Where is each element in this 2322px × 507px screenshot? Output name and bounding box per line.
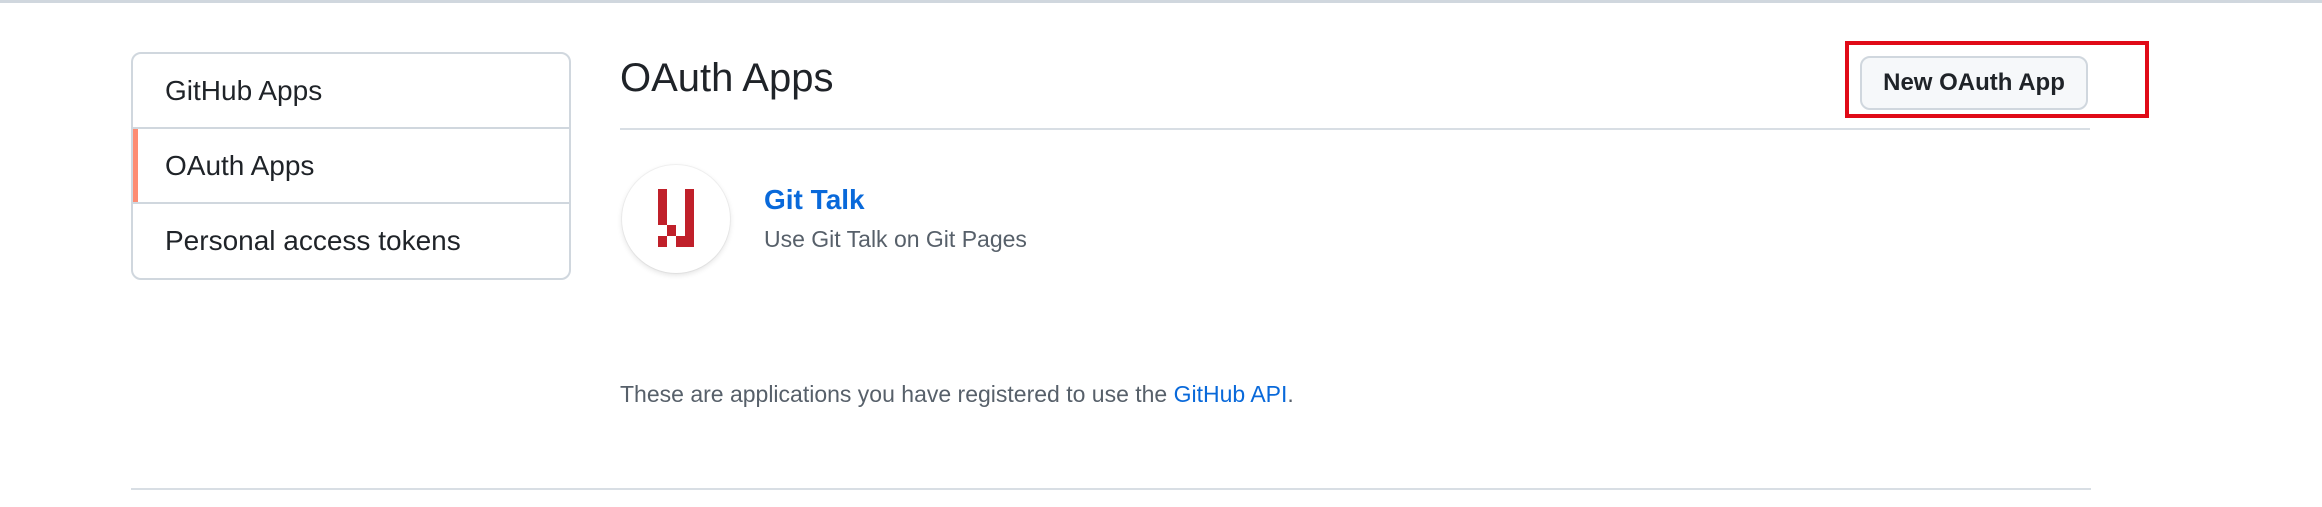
new-oauth-app-button[interactable]: New OAuth App [1860,56,2088,110]
title-divider [620,128,2090,130]
page-title: OAuth Apps [620,56,834,100]
footer-text: These are applications you have register… [620,381,1174,407]
app-name-link[interactable]: Git Talk [764,184,865,216]
app-description: Use Git Talk on Git Pages [764,226,1027,252]
sidebar-item-label: Personal access tokens [165,225,461,256]
bottom-divider [131,488,2091,490]
footer-text-end: . [1287,381,1294,407]
gitalk-logo-icon [658,189,694,247]
github-api-link[interactable]: GitHub API [1174,381,1288,407]
footer-note: These are applications you have register… [620,381,1294,408]
sidebar-item-personal-access-tokens[interactable]: Personal access tokens [133,204,569,278]
sidebar-item-oauth-apps[interactable]: OAuth Apps [133,129,569,204]
settings-sidebar: GitHub Apps OAuth Apps Personal access t… [131,52,571,280]
sidebar-item-label: OAuth Apps [165,149,315,181]
top-border [0,0,2322,3]
sidebar-item-label: GitHub Apps [165,74,323,106]
app-avatar[interactable] [622,165,730,273]
sidebar-item-github-apps[interactable]: GitHub Apps [133,54,569,129]
